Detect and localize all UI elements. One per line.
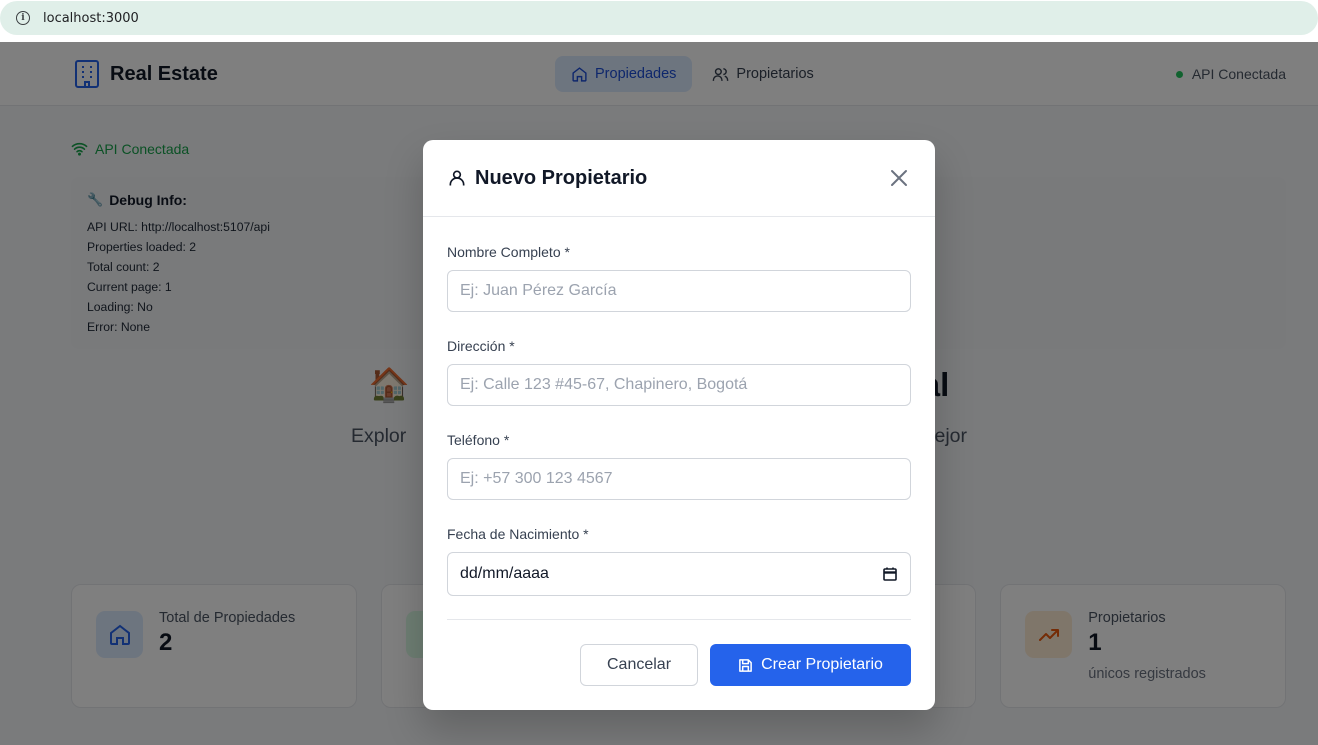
save-icon (739, 658, 752, 672)
new-owner-modal: Nuevo Propietario Nombre Completo * Dire… (423, 140, 935, 710)
full-name-input[interactable] (447, 270, 911, 312)
site-info-icon[interactable]: i (16, 11, 30, 25)
modal-body: Nombre Completo * Dirección * Teléfono *… (423, 244, 935, 596)
address-label: Dirección * (447, 338, 515, 354)
url-text[interactable]: localhost:3000 (43, 11, 139, 26)
user-icon (449, 170, 465, 186)
full-name-label: Nombre Completo * (447, 244, 570, 260)
phone-input[interactable] (447, 458, 911, 500)
birthdate-value: dd/mm/aaaa (460, 565, 549, 582)
phone-label: Teléfono * (447, 432, 510, 448)
create-owner-label: Crear Propietario (761, 656, 883, 673)
birthdate-label: Fecha de Nacimiento * (447, 526, 589, 542)
modal-divider (447, 619, 911, 620)
cancel-button[interactable]: Cancelar (580, 644, 698, 686)
address-bar[interactable]: i localhost:3000 (0, 1, 1318, 35)
calendar-icon[interactable] (882, 566, 898, 582)
modal-header: Nuevo Propietario (423, 140, 935, 217)
modal-footer: Cancelar Crear Propietario (423, 644, 935, 686)
close-icon[interactable] (889, 168, 909, 188)
browser-toolbar: i localhost:3000 (0, 0, 1318, 42)
birthdate-input[interactable]: dd/mm/aaaa (447, 552, 911, 596)
address-input[interactable] (447, 364, 911, 406)
modal-title: Nuevo Propietario (475, 166, 648, 189)
create-owner-button[interactable]: Crear Propietario (710, 644, 911, 686)
